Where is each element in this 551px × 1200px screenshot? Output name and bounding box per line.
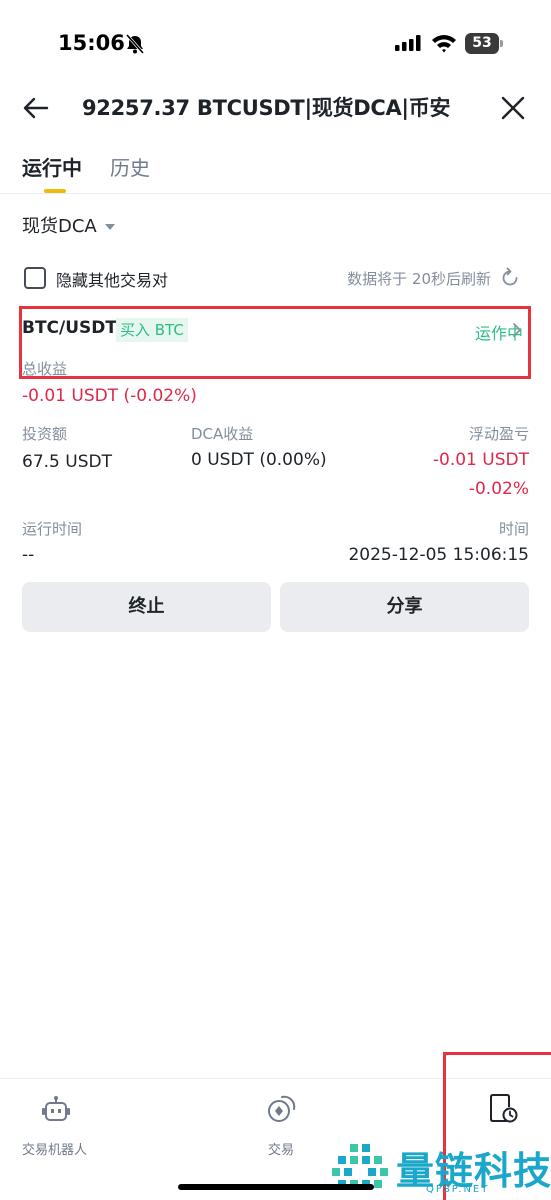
dca-pnl-label: DCA收益 [191,425,254,443]
options-row: 隐藏其他交易对 数据将于 20秒后刷新 [22,264,529,292]
watermark-subtext: QFSP.NET [426,1184,490,1195]
total-pnl-value: -0.01 USDT (-0.02%) [22,386,197,406]
watermark: 量链科技 QFSP.NET [330,1138,551,1200]
total-pnl-label: 总收益 [22,360,68,378]
floating-pnl-label: 浮动盈亏 [468,425,529,443]
side-badge: 买入 BTC [116,318,188,342]
active-tab-indicator [44,189,66,193]
investment-value: 67.5 USDT [22,452,112,472]
battery-indicator: 53 [465,33,503,54]
tabbar-bots-label[interactable]: 交易机器人 [22,1139,87,1158]
strategy-filter-label: 现货DCA [22,216,97,237]
hide-other-pairs-label[interactable]: 隐藏其他交易对 [56,267,168,291]
time-label: 时间 [498,520,529,538]
tab-running[interactable]: 运行中 [22,152,82,181]
wifi-icon [432,35,456,53]
floating-pnl-percent: -0.02% [468,479,529,499]
trade-icon[interactable] [266,1093,298,1125]
tab-history[interactable]: 历史 [110,152,150,181]
stop-button[interactable]: 终止 [22,582,271,632]
robot-icon[interactable] [40,1095,72,1125]
chevron-right-icon[interactable] [512,323,522,337]
status-bar: 15:06 53 [0,0,551,90]
share-button[interactable]: 分享 [280,582,529,632]
close-icon[interactable] [499,94,527,122]
refresh-countdown-text: 数据将于 20秒后刷新 [347,270,491,288]
strategy-filter-dropdown[interactable]: 现货DCA [22,212,115,238]
runtime-value: -- [22,545,35,565]
caret-down-icon [104,224,115,230]
signal-icon [395,35,421,51]
time-value: 2025-12-05 15:06:15 [348,545,529,565]
battery-tip [500,40,503,47]
home-indicator[interactable] [178,1184,374,1190]
back-arrow-icon[interactable] [22,94,50,122]
page-title: 92257.37 BTCUSDT|现货DCA|币安 [82,96,451,120]
bell-muted-icon [125,34,145,54]
battery-level: 53 [465,33,499,54]
floating-pnl-value: -0.01 USDT [432,450,529,470]
nav-bar: 92257.37 BTCUSDT|现货DCA|币安 [0,80,551,136]
hide-other-pairs-checkbox[interactable] [24,267,46,289]
dca-pnl-value: 0 USDT (0.00%) [191,450,327,470]
tab-bar: 运行中 历史 [0,146,551,194]
investment-label: 投资额 [22,425,68,443]
annotation-highlight-box [19,306,531,379]
runtime-label: 运行时间 [22,520,83,538]
refresh-icon[interactable] [499,267,521,289]
tabbar-trade-label[interactable]: 交易 [268,1139,294,1158]
trading-pair[interactable]: BTC/USDT [22,318,117,338]
status-time: 15:06 [58,31,125,55]
